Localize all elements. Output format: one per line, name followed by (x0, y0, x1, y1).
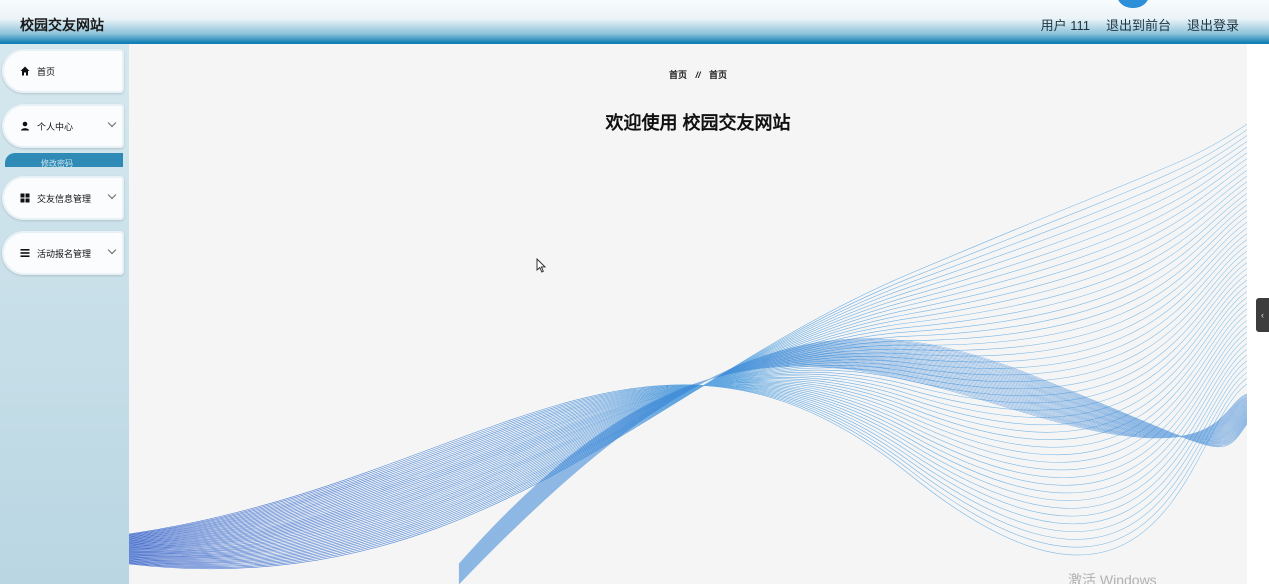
submenu-change-password[interactable]: 修改密码 (5, 153, 123, 167)
sidebar-item-label: 首页 (37, 66, 56, 77)
windows-activation-watermark: 激活 Windows (1068, 572, 1157, 584)
wave-line (129, 210, 1247, 555)
mouse-cursor-icon (536, 257, 547, 279)
sidebar-item-activity-signup[interactable]: 活动报名管理 (2, 231, 124, 275)
wave-line (129, 123, 1247, 569)
collapse-panel-button[interactable]: ‹ (1256, 298, 1269, 332)
sidebar-item-dating-info[interactable]: 交友信息管理 (2, 176, 124, 220)
sidebar-item-label: 个人中心 (37, 121, 74, 132)
wave-line (129, 331, 1247, 541)
breadcrumb-separator: // (695, 70, 701, 80)
sidebar-item-label: 活动报名管理 (37, 248, 92, 259)
wave-line (129, 349, 1247, 539)
wave-line (129, 175, 1247, 560)
wave-line (458, 349, 1247, 577)
list-icon (19, 248, 31, 258)
welcome-heading: 欢迎使用 校园交友网站 (605, 113, 791, 133)
breadcrumb-current: 首页 (709, 70, 728, 80)
wave-line (129, 302, 1247, 544)
wave-line (129, 325, 1247, 541)
breadcrumb: 首页 // 首页 (129, 68, 1247, 81)
main-content: 首页 // 首页 欢迎使用 校园交友网站 (129, 44, 1247, 584)
wave-line (129, 204, 1247, 556)
home-icon (19, 66, 31, 76)
wave-line (129, 129, 1247, 568)
user-icon (19, 121, 31, 131)
chevron-down-icon (107, 118, 117, 128)
wave-line (129, 354, 1247, 538)
breadcrumb-home[interactable]: 首页 (669, 70, 687, 80)
sidebar-item-home[interactable]: 首页 (2, 49, 124, 93)
wave-line (129, 268, 1247, 548)
top-header: 校园交友网站 用户 111 退出到前台 退出登录 (0, 0, 1269, 44)
site-title: 校园交友网站 (20, 17, 104, 33)
chevron-down-icon (107, 245, 117, 255)
current-user-label: 用户 111 (1040, 18, 1090, 33)
wave-line (129, 181, 1247, 559)
logout-link[interactable]: 退出登录 (1187, 15, 1239, 34)
wave-line (129, 262, 1247, 549)
wave-line (129, 245, 1247, 551)
sidebar-item-label: 交友信息管理 (37, 193, 92, 204)
header-actions: 用户 111 退出到前台 退出登录 (1041, 15, 1239, 34)
back-to-front-link[interactable]: 退出到前台 (1106, 15, 1171, 34)
wave-line (129, 198, 1247, 557)
sidebar-item-personal-center[interactable]: 个人中心 (2, 104, 124, 148)
grid-icon (19, 193, 31, 203)
wave-line (129, 187, 1247, 558)
chevron-down-icon (107, 190, 117, 200)
